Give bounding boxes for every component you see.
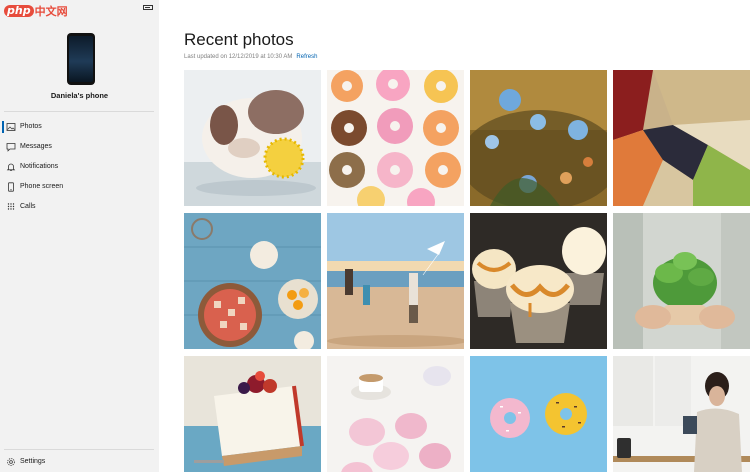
photo-tile-basil[interactable] [613,213,750,349]
dialpad-icon [6,202,16,212]
sidebar-item-label: Notifications [20,163,59,170]
logo-php-text: php [4,5,34,17]
photo-tile-meringues[interactable] [327,356,464,472]
sidebar-item-calls[interactable]: Calls [0,198,159,216]
logo-cn-text: 中文网 [34,5,68,18]
photo-tile-kitchen-reader[interactable] [613,356,750,472]
sidebar-item-messages[interactable]: Messages [0,138,159,156]
phone-image [67,33,95,85]
last-updated-row: Last updated on 12/12/2019 at 10:30 AM Re… [184,53,317,61]
sidebar-divider [4,111,154,112]
phone-screen-image [69,36,93,82]
device-name: Daniela's phone [50,91,109,100]
photo-tile-bulldog[interactable] [184,70,321,206]
sidebar: php 中文网 Daniela's phone Photos Messages … [0,0,159,472]
photo-tile-cupcakes[interactable] [470,213,607,349]
bell-icon [6,162,16,172]
photo-tile-two-donuts[interactable] [470,356,607,472]
photo-tile-flowers[interactable] [470,70,607,206]
sidebar-item-label: Calls [20,203,36,210]
last-updated-text: Last updated on 12/12/2019 at 10:30 AM [184,54,293,60]
page-title: Recent photos [184,30,294,49]
message-icon [6,142,16,152]
your-phone-app: php 中文网 Daniela's phone Photos Messages … [0,0,751,472]
sidebar-item-phone-screen[interactable]: Phone screen [0,178,159,196]
sidebar-item-label: Messages [20,143,52,150]
refresh-link[interactable]: Refresh [296,54,317,60]
sidebar-divider [4,449,154,450]
photo-tile-beans[interactable] [613,70,750,206]
main-content: Recent photos Last updated on 12/12/2019… [159,0,751,472]
photo-tile-donuts[interactable] [327,70,464,206]
gear-icon [6,457,16,467]
photo-tile-cooking-table[interactable] [184,213,321,349]
sidebar-item-photos[interactable]: Photos [0,118,159,136]
watermark-logo: php 中文网 [4,4,68,18]
phone-screen-icon [6,182,16,192]
battery-icon [143,5,153,10]
sidebar-item-notifications[interactable]: Notifications [0,158,159,176]
sidebar-item-label: Photos [20,123,42,130]
sidebar-item-settings[interactable]: Settings [0,453,159,471]
sidebar-item-label: Settings [20,458,46,465]
photo-icon [6,122,16,132]
sidebar-item-label: Phone screen [20,183,64,190]
photo-tile-beach-kite[interactable] [327,213,464,349]
photo-tile-cheesecake[interactable] [184,356,321,472]
photo-grid [184,70,751,472]
